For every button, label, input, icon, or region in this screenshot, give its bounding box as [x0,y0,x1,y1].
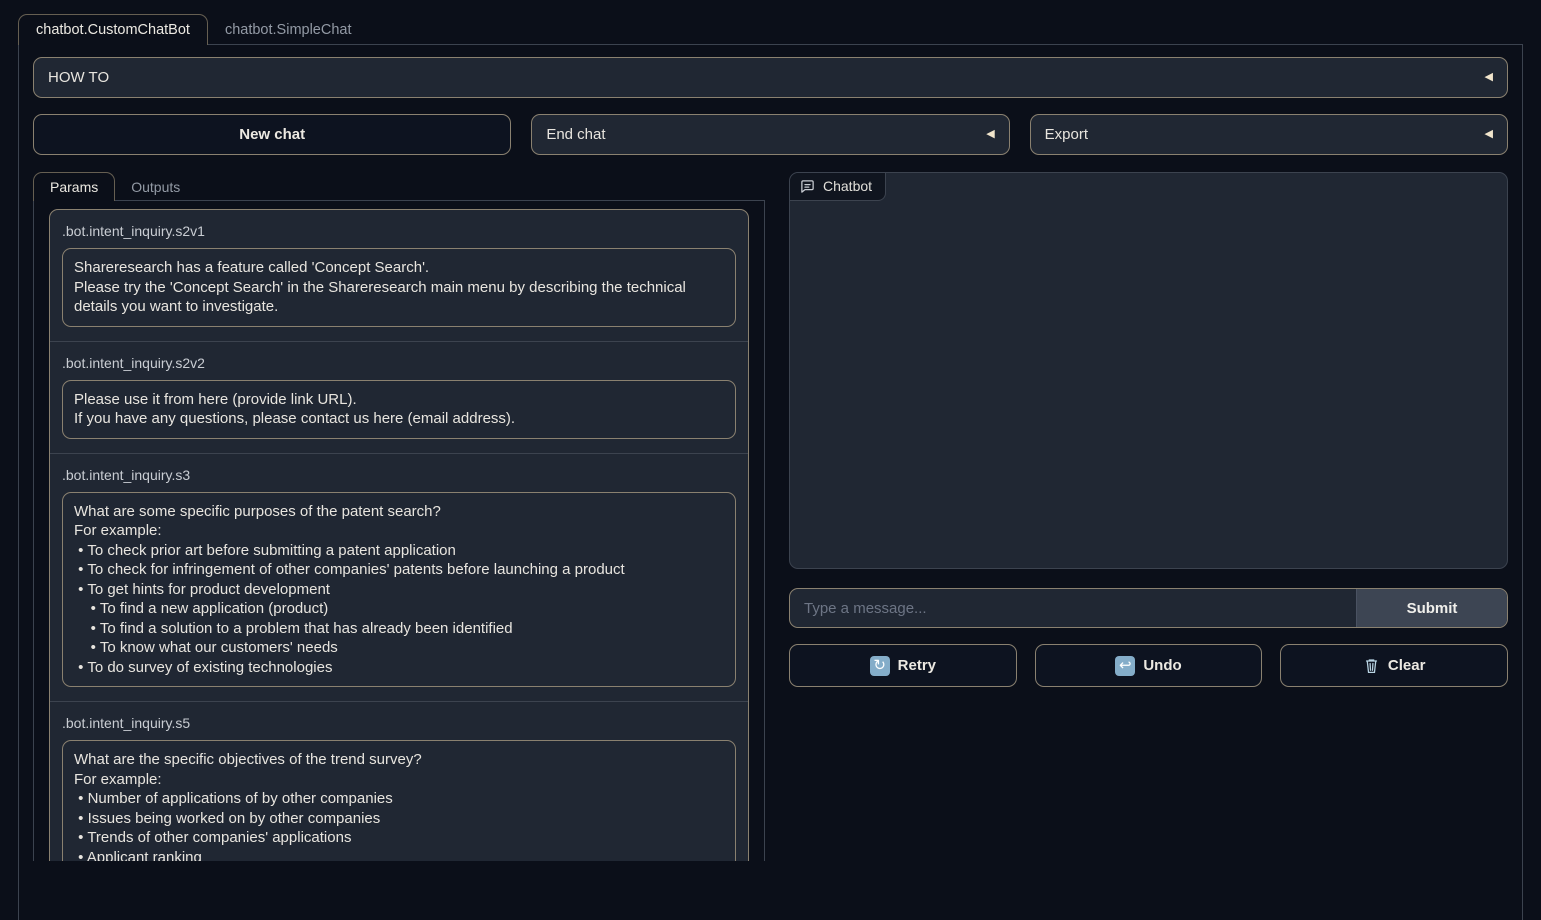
howto-accordion[interactable]: HOW TO ◀ [33,57,1508,98]
chatbot-label-text: Chatbot [823,178,872,194]
params-column: Params Outputs .bot.intent_inquiry.s2v1 … [33,172,765,861]
param-field: .bot.intent_inquiry.s2v1 Shareresearch h… [50,210,748,341]
textbox-label: .bot.intent_inquiry.s3 [62,467,736,483]
chatbot-panel: Chatbot [789,172,1508,569]
params-tab-content: .bot.intent_inquiry.s2v1 Shareresearch h… [33,201,765,861]
tab-content: HOW TO ◀ New chat End chat ◀ Export ◀ Pa… [18,45,1523,920]
textbox[interactable]: Please use it from here (provide link UR… [62,380,736,439]
retry-icon: ↻ [870,656,890,676]
app-root: chatbot.CustomChatBot chatbot.SimpleChat… [0,0,1541,920]
message-input[interactable] [790,589,1356,627]
chat-action-buttons: ↻ Retry ↩ Undo [789,644,1508,687]
param-field: .bot.intent_inquiry.s3 What are some spe… [50,453,748,702]
clear-button[interactable]: Clear [1280,644,1508,687]
top-tab-bar: chatbot.CustomChatBot chatbot.SimpleChat [18,14,1523,45]
howto-label: HOW TO [48,69,109,86]
retry-button[interactable]: ↻ Retry [789,644,1017,687]
trash-icon [1363,657,1380,675]
chat-column: Chatbot Submit ↻ Retry ↩ Undo [789,172,1508,687]
retry-label: Retry [898,657,936,674]
textbox[interactable]: What are the specific objectives of the … [62,740,736,861]
tab-simple-chat[interactable]: chatbot.SimpleChat [208,14,369,45]
clear-label: Clear [1388,657,1426,674]
undo-label: Undo [1143,657,1181,674]
textbox-label: .bot.intent_inquiry.s5 [62,715,736,731]
export-label: Export [1045,126,1088,143]
param-field: .bot.intent_inquiry.s5 What are the spec… [50,701,748,861]
param-field: .bot.intent_inquiry.s2v2 Please use it f… [50,341,748,453]
tab-params[interactable]: Params [33,172,115,201]
chevron-left-icon: ◀ [986,129,994,140]
undo-icon: ↩ [1115,656,1135,676]
chevron-left-icon: ◀ [1485,129,1493,140]
message-input-row: Submit [789,588,1508,628]
textbox[interactable]: What are some specific purposes of the p… [62,492,736,688]
main-area: Params Outputs .bot.intent_inquiry.s2v1 … [33,172,1508,861]
params-group: .bot.intent_inquiry.s2v1 Shareresearch h… [49,209,749,861]
new-chat-button[interactable]: New chat [33,114,511,155]
textbox-label: .bot.intent_inquiry.s2v2 [62,355,736,371]
export-accordion[interactable]: Export ◀ [1030,114,1508,155]
chevron-left-icon: ◀ [1485,72,1493,83]
submit-button[interactable]: Submit [1356,589,1507,627]
chat-bubble-icon [800,179,815,194]
textbox-label: .bot.intent_inquiry.s2v1 [62,223,736,239]
end-chat-label: End chat [546,126,605,143]
tab-custom-chatbot[interactable]: chatbot.CustomChatBot [18,14,208,45]
end-chat-accordion[interactable]: End chat ◀ [531,114,1009,155]
undo-button[interactable]: ↩ Undo [1035,644,1263,687]
params-tab-bar: Params Outputs [33,172,765,201]
textbox[interactable]: Shareresearch has a feature called 'Conc… [62,248,736,327]
action-row: New chat End chat ◀ Export ◀ [33,114,1508,155]
tab-outputs[interactable]: Outputs [115,172,196,201]
chatbot-panel-label: Chatbot [790,173,886,201]
